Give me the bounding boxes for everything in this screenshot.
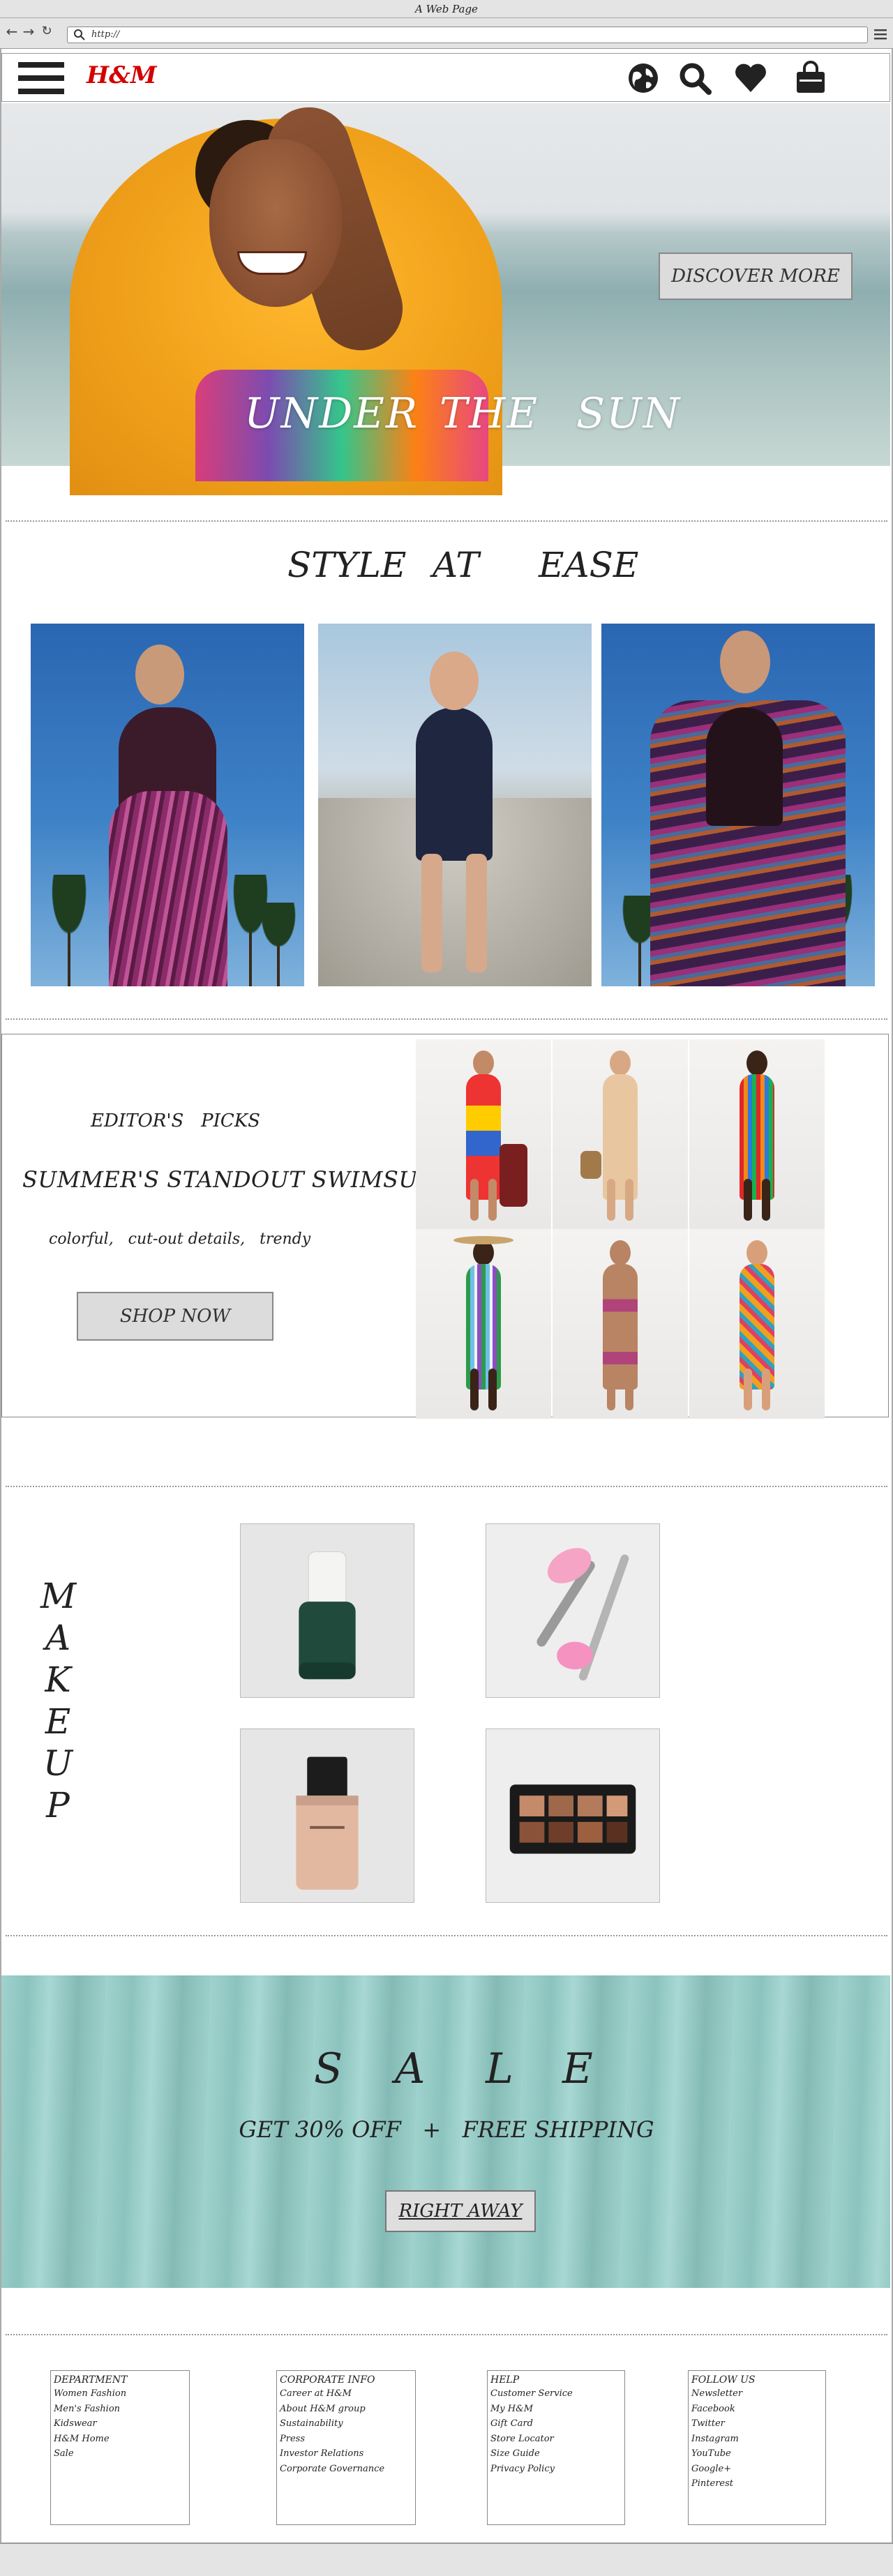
url-search-icon <box>74 29 85 40</box>
swimsuit-photo-5[interactable] <box>553 1229 688 1419</box>
style-photo-2[interactable] <box>318 624 592 986</box>
footer-link[interactable]: About H&M group <box>280 2402 412 2417</box>
style-photo-3[interactable] <box>601 624 875 986</box>
footer-column-follow-us: FOLLOW US Newsletter Facebook Twitter In… <box>688 2370 826 2525</box>
hero-title-word: THE <box>440 389 539 438</box>
style-title-word: AT <box>433 545 479 585</box>
makeup-title-letter: E <box>45 1701 71 1742</box>
footer-heading: HELP <box>490 2374 520 2386</box>
footer-link[interactable]: Sale <box>54 2446 186 2462</box>
section-divider <box>6 1486 887 1487</box>
section-divider <box>6 520 887 522</box>
shopping-bag-icon[interactable] <box>793 60 829 96</box>
footer-heading: FOLLOW US <box>691 2374 756 2386</box>
hero-title-word: UNDER <box>244 389 419 438</box>
style-title-word: EASE <box>539 545 639 585</box>
footer-link[interactable]: Men's Fashion <box>54 2402 186 2417</box>
swimsuit-photo-6[interactable] <box>689 1229 825 1419</box>
url-input[interactable]: http:// <box>67 27 868 43</box>
footer-column-department: DEPARTMENT Women Fashion Men's Fashion K… <box>50 2370 190 2525</box>
globe-icon[interactable] <box>625 60 661 96</box>
makeup-title-letter: A <box>45 1618 71 1658</box>
editor-picks-label: EDITOR'S PICKS <box>91 1110 260 1131</box>
footer-heading: CORPORATE INFO <box>280 2374 375 2386</box>
makeup-title-letter: M <box>40 1576 77 1616</box>
footer-link[interactable]: Instagram <box>691 2432 823 2447</box>
brand-logo[interactable]: H&M <box>87 61 156 89</box>
footer-link[interactable]: Pinterest <box>691 2476 823 2492</box>
style-section-title: STYLE AT EASE <box>0 541 893 589</box>
footer-heading: DEPARTMENT <box>54 2374 128 2386</box>
footer-link[interactable]: Newsletter <box>691 2386 823 2402</box>
hero-title: UNDER THE SUN <box>209 382 684 445</box>
footer-link[interactable]: Sustainability <box>280 2416 412 2432</box>
footer-link[interactable]: Privacy Policy <box>490 2462 622 2477</box>
footer-link[interactable]: Gift Card <box>490 2416 622 2432</box>
swimsuit-photo-4[interactable] <box>416 1229 551 1419</box>
sale-title-letter: S <box>314 2044 343 2093</box>
footer-link[interactable]: Store Locator <box>490 2432 622 2447</box>
swimsuit-photo-2[interactable] <box>553 1039 688 1229</box>
sale-title-letter: A <box>395 2044 426 2093</box>
makeup-section-title: M A K E U P <box>40 1575 77 1826</box>
footer-link[interactable]: Kidswear <box>54 2416 186 2432</box>
heart-icon[interactable] <box>733 60 769 96</box>
browser-menu-icon[interactable] <box>873 28 887 40</box>
right-away-button[interactable]: RIGHT AWAY <box>385 2190 536 2232</box>
search-icon[interactable] <box>677 60 713 96</box>
footer-link[interactable]: Twitter <box>691 2416 823 2432</box>
forward-arrow-icon[interactable]: → <box>21 24 36 39</box>
sale-title: S A L E <box>0 2041 893 2097</box>
discover-more-button[interactable]: DISCOVER MORE <box>659 253 853 300</box>
makeup-title-letter: K <box>45 1659 71 1700</box>
footer-link[interactable]: Corporate Governance <box>280 2462 412 2477</box>
editor-picks-headline: SUMMER'S STANDOUT SWIMSUITS <box>22 1166 458 1193</box>
editor-picks-tags: colorful, cut-out details, trendy <box>49 1230 311 1248</box>
makeup-brush-product[interactable] <box>486 1523 660 1698</box>
style-title-word: STYLE <box>287 545 407 585</box>
hero-title-word: SUN <box>576 389 682 438</box>
footer-link[interactable]: Facebook <box>691 2402 823 2417</box>
sale-title-letter: E <box>562 2044 593 2093</box>
footer-link[interactable]: Investor Relations <box>280 2446 412 2462</box>
makeup-title-letter: P <box>46 1785 70 1825</box>
footer-column-help: HELP Customer Service My H&M Gift Card S… <box>487 2370 625 2525</box>
section-divider <box>6 1935 887 1936</box>
nail-polish-product[interactable] <box>240 1523 414 1698</box>
footer-link[interactable]: Customer Service <box>490 2386 622 2402</box>
hero-model-face <box>209 140 342 307</box>
swimsuit-photo-1[interactable] <box>416 1039 551 1229</box>
footer-link[interactable]: Women Fashion <box>54 2386 186 2402</box>
reload-icon[interactable]: ↻ <box>39 24 54 39</box>
browser-status-bar <box>0 2543 893 2576</box>
footer-link[interactable]: Size Guide <box>490 2446 622 2462</box>
eyeshadow-palette-product[interactable] <box>486 1728 660 1903</box>
footer-column-corporate-info: CORPORATE INFO Career at H&M About H&M g… <box>276 2370 416 2525</box>
menu-icon[interactable] <box>18 60 64 96</box>
footer-link[interactable]: Google+ <box>691 2462 823 2477</box>
back-arrow-icon[interactable]: ← <box>4 24 20 39</box>
foundation-product[interactable] <box>240 1728 414 1903</box>
makeup-title-letter: U <box>43 1743 73 1784</box>
section-divider <box>6 1018 887 1020</box>
sale-title-letter: L <box>486 2044 513 2093</box>
shop-now-button[interactable]: SHOP NOW <box>77 1292 273 1341</box>
window-title: A Web Page <box>0 0 893 18</box>
footer-link[interactable]: Career at H&M <box>280 2386 412 2402</box>
footer-link[interactable]: My H&M <box>490 2402 622 2417</box>
footer-link[interactable]: Press <box>280 2432 412 2447</box>
swimsuit-photo-3[interactable] <box>689 1039 825 1229</box>
style-photo-1[interactable] <box>31 624 304 986</box>
footer-link[interactable]: YouTube <box>691 2446 823 2462</box>
footer-link[interactable]: H&M Home <box>54 2432 186 2447</box>
sale-subtitle: GET 30% OFF + FREE SHIPPING <box>239 2116 654 2143</box>
section-divider <box>6 2334 887 2335</box>
